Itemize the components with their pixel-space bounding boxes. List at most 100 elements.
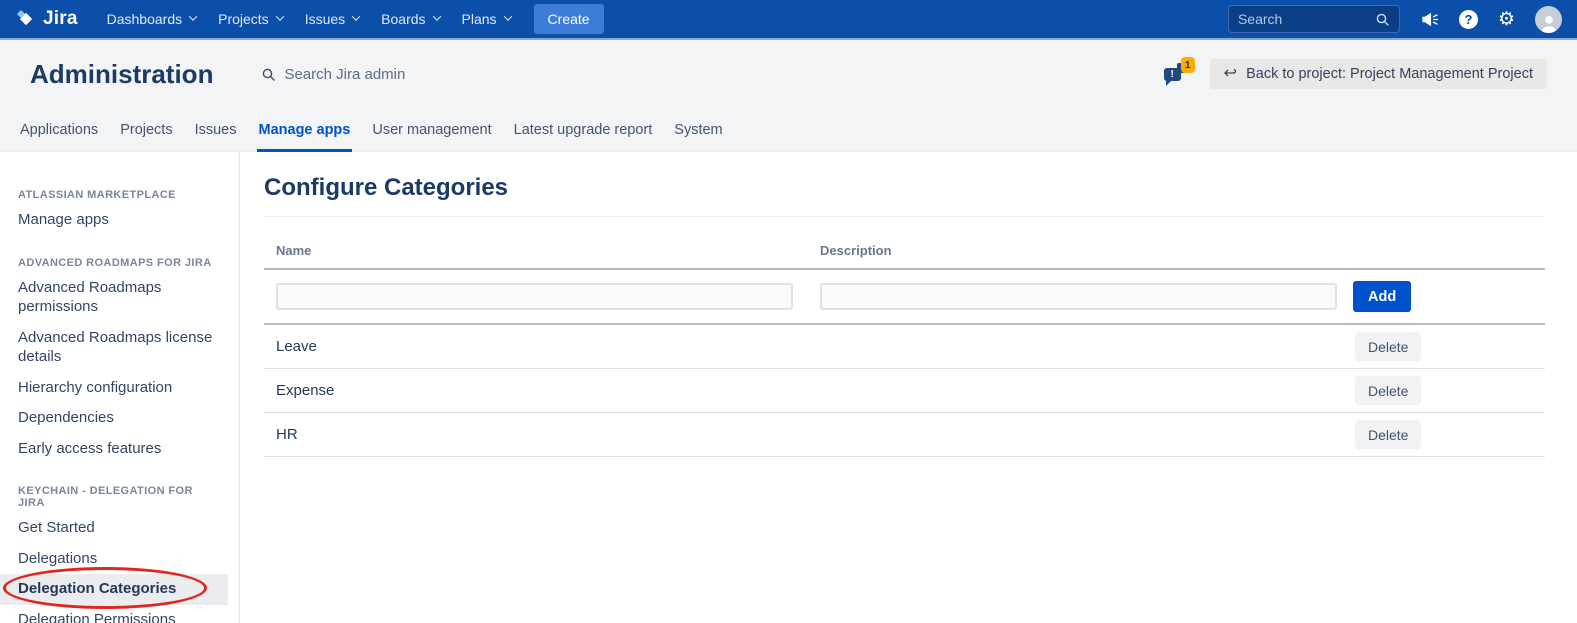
tab-label: Manage apps: [259, 122, 351, 138]
nav-item-plans[interactable]: Plans: [451, 0, 522, 38]
add-category-row: Add: [264, 270, 1545, 325]
sidebar-item-delegation-categories[interactable]: Delegation Categories: [0, 574, 228, 605]
chevron-down-icon: [432, 12, 440, 20]
feedback-bubbles-icon[interactable]: ! 1: [1163, 59, 1197, 89]
jira-admin-page: Jira Dashboards Projects Issues: [0, 0, 1577, 623]
category-description: [808, 334, 1344, 360]
sidebar-entry-label: Manage apps: [18, 211, 109, 228]
sidebar-entry-label: Delegations: [18, 550, 97, 567]
admin-header-band: Administration Search Jira admin ! 1 ↩ B…: [0, 40, 1577, 152]
sidebar-item-delegation-permissions[interactable]: Delegation Permissions: [0, 605, 239, 623]
row-actions-cell: Delete: [1344, 332, 1545, 361]
column-header-actions: [1344, 241, 1545, 261]
tab-label: Projects: [120, 122, 172, 138]
tab-projects[interactable]: Projects: [118, 108, 174, 152]
notification-badge: 1: [1181, 57, 1195, 73]
category-name-input[interactable]: [276, 283, 793, 310]
chevron-down-icon: [352, 12, 360, 20]
nav-item-issues[interactable]: Issues: [294, 0, 370, 38]
nav-item-label: Plans: [462, 11, 497, 27]
avatar[interactable]: [1535, 6, 1562, 33]
tab-latest-upgrade-report[interactable]: Latest upgrade report: [512, 108, 655, 152]
tab-applications[interactable]: Applications: [18, 108, 100, 152]
delete-button[interactable]: Delete: [1355, 332, 1421, 361]
back-to-project-label: Back to project: Project Management Proj…: [1246, 66, 1533, 82]
tab-label: Issues: [195, 122, 237, 138]
column-header-name: Name: [264, 233, 808, 268]
main-content: Configure Categories Name Description Ad: [240, 152, 1577, 623]
add-button[interactable]: Add: [1353, 281, 1411, 312]
navbar-search-input[interactable]: [1238, 11, 1375, 27]
delete-button[interactable]: Delete: [1355, 376, 1421, 405]
help-icon[interactable]: ?: [1459, 10, 1478, 29]
top-navbar: Jira Dashboards Projects Issues: [0, 0, 1577, 40]
sidebar-heading-atlassian-marketplace: ATLASSIAN MARKETPLACE: [0, 189, 239, 201]
row-actions-cell: Delete: [1344, 376, 1545, 405]
create-button[interactable]: Create: [534, 4, 604, 34]
sidebar-heading-keychain-delegation-for-jira: KEYCHAIN - DELEGATION FOR JIRA: [0, 485, 239, 509]
sidebar-entry-label: ADVANCED ROADMAPS FOR JIRA: [18, 257, 212, 269]
admin-sidebar: ATLASSIAN MARKETPLACE Manage apps ADVANC…: [0, 152, 240, 623]
tab-manage-apps[interactable]: Manage apps: [257, 108, 353, 152]
table-row-leave: Leave Delete: [264, 325, 1545, 369]
sidebar-entry-label: Advanced Roadmaps license details: [18, 329, 212, 366]
megaphone-icon[interactable]: [1420, 10, 1439, 29]
sidebar-item-hierarchy-configuration[interactable]: Hierarchy configuration: [0, 373, 239, 404]
add-button-cell: Add: [1344, 281, 1545, 312]
table-row-hr: HR Delete: [264, 413, 1545, 457]
sidebar-item-manage-apps[interactable]: Manage apps: [0, 205, 239, 236]
chevron-down-icon: [503, 12, 511, 20]
sidebar-item-early-access-features[interactable]: Early access features: [0, 434, 239, 465]
table-row-expense: Expense Delete: [264, 369, 1545, 413]
tab-system[interactable]: System: [672, 108, 724, 152]
admin-search[interactable]: Search Jira admin: [261, 66, 405, 83]
category-description: [808, 378, 1344, 404]
page-title: Configure Categories: [264, 174, 1545, 217]
admin-header: Administration Search Jira admin ! 1 ↩ B…: [0, 40, 1577, 108]
sidebar-entry-label: Delegation Categories: [18, 580, 176, 597]
jira-logo-text: Jira: [43, 8, 78, 30]
sidebar-entry-label: KEYCHAIN - DELEGATION FOR JIRA: [18, 485, 193, 509]
back-to-project-button[interactable]: ↩ Back to project: Project Management Pr…: [1210, 59, 1547, 89]
sidebar-heading-advanced-roadmaps-for-jira: ADVANCED ROADMAPS FOR JIRA: [0, 257, 239, 269]
sidebar-entry-label: Advanced Roadmaps permissions: [18, 279, 161, 316]
name-input-cell: [264, 283, 808, 310]
tab-label: Applications: [20, 122, 98, 138]
nav-item-projects[interactable]: Projects: [207, 0, 294, 38]
tab-label: User management: [372, 122, 491, 138]
sidebar-item-advanced-roadmaps-permissions[interactable]: Advanced Roadmaps permissions: [0, 273, 239, 323]
sidebar-entry-label: Early access features: [18, 440, 161, 457]
jira-logo-icon: [15, 8, 37, 30]
jira-logo[interactable]: Jira: [15, 8, 78, 30]
sidebar-entry-label: Delegation Permissions: [18, 611, 176, 623]
tab-user-management[interactable]: User management: [370, 108, 493, 152]
sidebar-item-dependencies[interactable]: Dependencies: [0, 403, 239, 434]
category-name: Expense: [264, 369, 808, 412]
page-body: ATLASSIAN MARKETPLACE Manage apps ADVANC…: [0, 152, 1577, 623]
chevron-down-icon: [189, 12, 197, 20]
admin-header-right: ! 1 ↩ Back to project: Project Managemen…: [1163, 59, 1547, 89]
category-description-input[interactable]: [820, 283, 1337, 310]
category-rows: Leave Delete Expense Delete: [264, 325, 1545, 457]
sidebar-entry-label: Dependencies: [18, 409, 114, 426]
sidebar-entry-label: Get Started: [18, 519, 95, 536]
tab-issues[interactable]: Issues: [193, 108, 239, 152]
nav-item-label: Projects: [218, 11, 269, 27]
tab-label: Latest upgrade report: [514, 122, 653, 138]
navbar-right: ? ⚙: [1228, 5, 1562, 33]
sidebar-item-get-started[interactable]: Get Started: [0, 513, 239, 544]
gear-icon[interactable]: ⚙: [1498, 10, 1515, 29]
admin-tabs: Applications Projects Issues Manage apps…: [0, 108, 1577, 152]
sidebar-item-delegations[interactable]: Delegations: [0, 544, 239, 575]
chevron-down-icon: [275, 12, 283, 20]
return-arrow-icon: ↩: [1224, 66, 1237, 82]
nav-item-boards[interactable]: Boards: [370, 0, 450, 38]
nav-item-dashboards[interactable]: Dashboards: [96, 0, 208, 38]
sidebar-item-advanced-roadmaps-license-details[interactable]: Advanced Roadmaps license details: [0, 323, 239, 373]
sidebar-entry-label: ATLASSIAN MARKETPLACE: [18, 189, 176, 201]
search-icon: [261, 67, 276, 82]
navbar-search-box[interactable]: [1228, 5, 1400, 33]
navbar-menu: Dashboards Projects Issues Boards: [96, 0, 522, 38]
admin-title: Administration: [30, 59, 213, 90]
delete-button[interactable]: Delete: [1355, 420, 1421, 449]
